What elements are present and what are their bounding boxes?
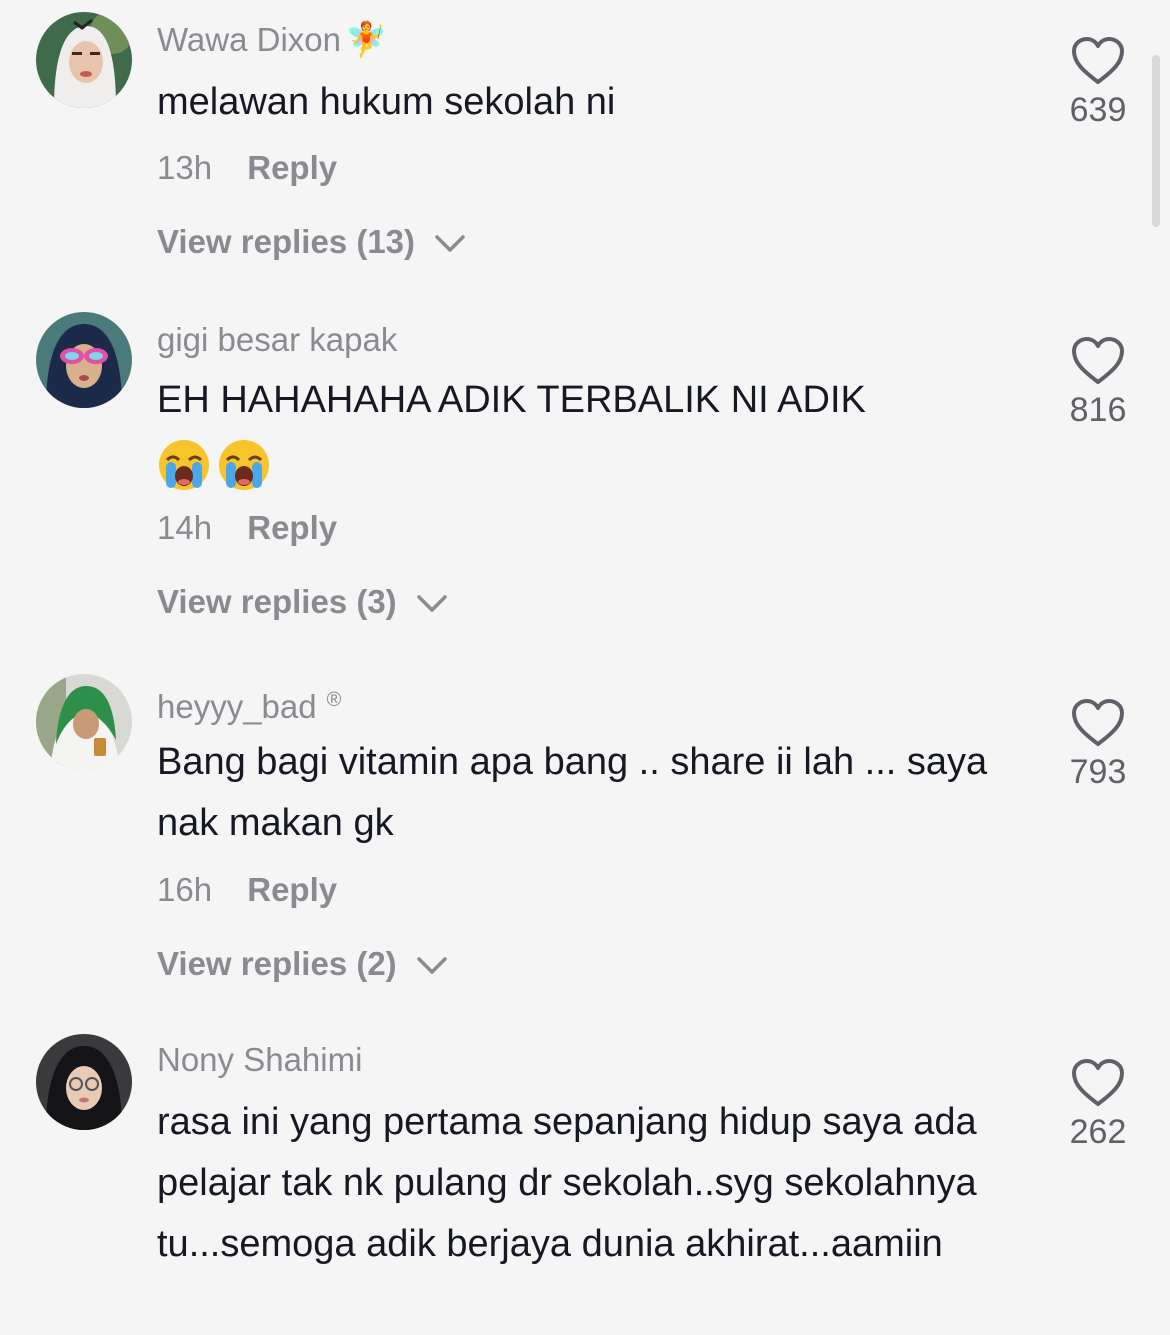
avatar[interactable] [36, 1034, 132, 1130]
avatar[interactable] [36, 12, 132, 108]
avatar-image [36, 1034, 132, 1130]
comment-text: melawan hukum sekolah ni [157, 81, 616, 123]
registered-mark: ® [326, 689, 342, 711]
comment-meta: 14h Reply [157, 508, 337, 548]
view-replies-label: View replies (3) [157, 583, 397, 620]
view-replies-button[interactable]: View replies (2) [157, 944, 448, 984]
heart-icon [1072, 37, 1124, 84]
avatar-image [36, 312, 132, 408]
like-button[interactable]: 639 [1060, 36, 1136, 130]
reply-button[interactable]: Reply [247, 871, 337, 908]
like-count: 262 [1069, 1113, 1127, 1151]
username-text: Wawa Dixon [157, 21, 341, 58]
view-replies-label: View replies (2) [157, 945, 397, 982]
chevron-down-icon [417, 957, 447, 975]
reply-button[interactable]: Reply [247, 509, 337, 546]
loudly-crying-face-icon [219, 440, 269, 490]
like-count: 639 [1069, 91, 1127, 129]
like-button[interactable]: 816 [1060, 336, 1136, 430]
comment-meta: 16h Reply [157, 870, 337, 910]
username-text: heyyy_bad [157, 688, 317, 725]
like-count: 816 [1069, 391, 1127, 429]
comment-time: 13h [157, 149, 213, 186]
comment-username[interactable]: Wawa Dixon 🧚 [157, 20, 387, 60]
comment-meta: 13h Reply [157, 148, 337, 188]
heart-icon [1072, 699, 1124, 746]
like-count: 793 [1069, 753, 1127, 791]
avatar[interactable] [36, 674, 132, 770]
chevron-down-icon [417, 595, 447, 613]
heart-icon [1072, 337, 1124, 384]
reply-button[interactable]: Reply [247, 149, 337, 186]
comment-username[interactable]: gigi besar kapak [157, 320, 397, 360]
view-replies-button[interactable]: View replies (3) [157, 582, 448, 622]
avatar-image [36, 674, 132, 770]
comment-time: 14h [157, 509, 213, 546]
comment-time: 16h [157, 871, 213, 908]
view-replies-button[interactable]: View replies (13) [157, 222, 466, 262]
chevron-down-icon [435, 235, 465, 253]
loudly-crying-face-icon [159, 440, 209, 490]
view-replies-label: View replies (13) [157, 223, 416, 260]
comment-text: EH HAHAHAHA ADIK TERBALIK NI ADIK [157, 379, 866, 421]
comment-username[interactable]: heyyy_bad ® [157, 680, 341, 727]
fairy-emoji: 🧚 [345, 21, 388, 59]
heart-icon [1072, 1059, 1124, 1106]
comment-username[interactable]: Nony Shahimi [157, 1040, 362, 1080]
comment-text: rasa ini yang pertama sepanjang hidup sa… [157, 1101, 977, 1265]
comment-text: Bang bagi vitamin apa bang .. share ii l… [157, 741, 988, 844]
like-button[interactable]: 793 [1060, 698, 1136, 792]
avatar[interactable] [36, 312, 132, 408]
avatar-image [36, 12, 132, 108]
scrollbar[interactable] [1152, 55, 1160, 227]
emoji-row [157, 438, 277, 494]
like-button[interactable]: 262 [1060, 1058, 1136, 1152]
